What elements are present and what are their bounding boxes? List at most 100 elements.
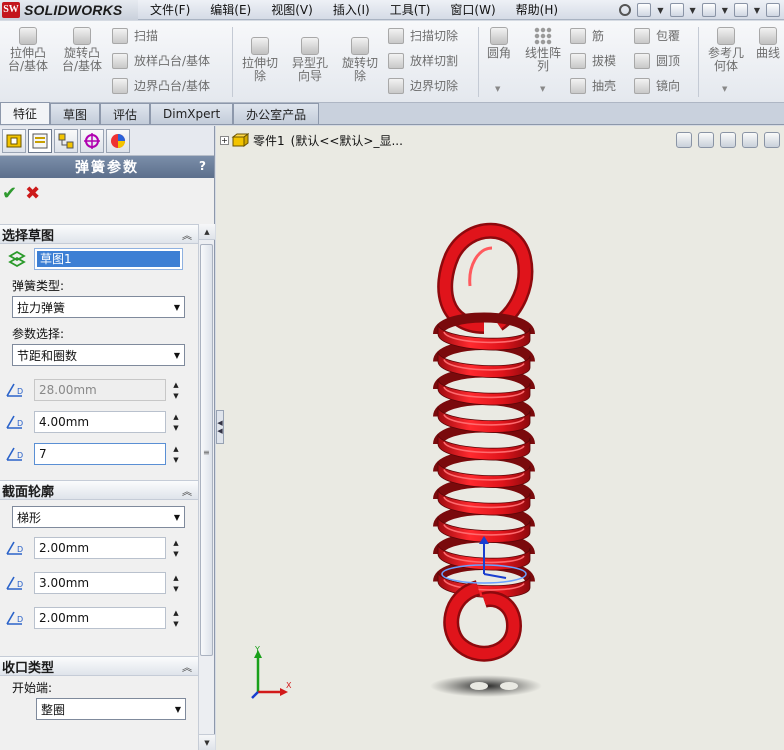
hole-wizard-button[interactable]: 异型孔 向导 (286, 37, 334, 83)
property-manager-tab[interactable] (28, 128, 52, 153)
turns-spinner[interactable]: ▲ ▼ (170, 443, 182, 465)
spin-up-icon[interactable]: ▲ (173, 413, 178, 421)
param-selection-select[interactable]: 节距和圈数 ▼ (12, 344, 185, 366)
menu-insert[interactable]: 插入(I) (333, 1, 380, 18)
collapse-chevron-icon[interactable]: ︽ (182, 659, 192, 674)
panel-splitter-handle[interactable]: ◀ ◀ (216, 410, 224, 444)
graphics-viewport[interactable]: + 零件1 (默认<<默认>_显... Y X (216, 126, 784, 750)
sketch-selection-box[interactable]: 草图1 (34, 248, 183, 270)
reference-geometry-button[interactable]: 参考几 何体 (702, 27, 750, 73)
cancel-x-icon[interactable]: ✖ (25, 183, 40, 204)
spin-down-icon[interactable]: ▼ (173, 550, 178, 558)
spin-up-icon[interactable]: ▲ (173, 574, 178, 582)
profile-field3-input[interactable] (34, 607, 166, 629)
new-dropdown-icon[interactable]: ▼ (657, 6, 663, 15)
profile-field2-spinner[interactable]: ▲ ▼ (170, 572, 182, 594)
tab-features[interactable]: 特征 (0, 102, 51, 124)
spin-down-icon[interactable]: ▼ (173, 392, 178, 400)
menu-window[interactable]: 窗口(W) (450, 1, 505, 18)
spin-up-icon[interactable]: ▲ (173, 381, 178, 389)
start-end-select[interactable]: 整圈 ▼ (36, 698, 186, 720)
pitch-input[interactable] (34, 411, 166, 433)
pitch-spinner[interactable]: ▲ ▼ (170, 411, 182, 433)
sweep-button[interactable]: 扫描 (112, 27, 158, 44)
spin-down-icon[interactable]: ▼ (173, 424, 178, 432)
menu-tools[interactable]: 工具(T) (390, 1, 441, 18)
swept-cut-button[interactable]: 扫描切除 (388, 27, 458, 44)
save-icon[interactable] (701, 3, 716, 17)
open-dropdown-icon[interactable]: ▼ (690, 6, 696, 15)
profile-field2-input[interactable] (34, 572, 166, 594)
tab-sketch[interactable]: 草图 (50, 103, 101, 124)
new-document-icon[interactable] (637, 3, 652, 17)
revolve-cut-button[interactable]: 旋转切 除 (336, 37, 384, 83)
ref-geometry-dropdown-icon[interactable]: ▼ (722, 85, 727, 93)
menu-file[interactable]: 文件(F) (150, 1, 200, 18)
tab-evaluate[interactable]: 评估 (100, 103, 151, 124)
boundary-boss-button[interactable]: 边界凸台/基体 (112, 77, 210, 94)
configuration-manager-tab[interactable] (54, 128, 78, 153)
spin-up-icon[interactable]: ▲ (173, 539, 178, 547)
turns-input[interactable] (34, 443, 166, 465)
rib-button[interactable]: 筋 (570, 27, 604, 44)
scroll-down-icon[interactable]: ▼ (199, 734, 215, 750)
profile-field1-spinner[interactable]: ▲ ▼ (170, 537, 182, 559)
spring-3d-model[interactable] (216, 126, 784, 750)
collapse-chevron-icon[interactable]: ︽ (182, 483, 192, 498)
print-dropdown-icon[interactable]: ▼ (754, 6, 760, 15)
spring-type-select[interactable]: 拉力弹簧 ▼ (12, 296, 185, 318)
group-select-sketch[interactable]: 选择草图 ︽ (0, 224, 198, 244)
curves-button[interactable]: 曲线 (752, 27, 784, 60)
help-icon[interactable]: ? (199, 159, 206, 173)
group-profile[interactable]: 截面轮廓 ︽ (0, 480, 198, 500)
dimension-icon: D (2, 608, 28, 628)
splitter-arrow-icon: ◀ (217, 427, 223, 435)
selected-sketch-item[interactable]: 草图1 (37, 251, 180, 267)
loft-boss-button[interactable]: 放样凸台/基体 (112, 52, 210, 69)
profile-field1-input[interactable] (34, 537, 166, 559)
property-manager-scrollbar[interactable]: ▲ ≡ ▼ (198, 224, 215, 750)
save-dropdown-icon[interactable]: ▼ (722, 6, 728, 15)
length-input[interactable] (34, 379, 166, 401)
scroll-up-icon[interactable]: ▲ (199, 224, 215, 240)
pin-icon[interactable] (619, 4, 632, 16)
spin-up-icon[interactable]: ▲ (173, 445, 178, 453)
dimxpert-manager-tab[interactable] (80, 128, 104, 153)
group-end-type[interactable]: 收口类型 ︽ (0, 656, 198, 676)
fillet-dropdown-icon[interactable]: ▼ (495, 85, 500, 93)
length-spinner[interactable]: ▲ ▼ (170, 379, 182, 401)
feature-manager-tab[interactable] (2, 128, 26, 153)
extrude-cut-button[interactable]: 拉伸切 除 (236, 37, 284, 83)
display-manager-tab[interactable] (106, 128, 130, 153)
boundary-cut-button[interactable]: 边界切除 (388, 77, 458, 94)
dome-button[interactable]: 圆顶 (634, 52, 680, 69)
tab-dimxpert[interactable]: DimXpert (150, 103, 234, 124)
tab-office-products[interactable]: 办公室产品 (233, 103, 320, 124)
param-selection-value: 节距和圈数 (17, 348, 78, 363)
spin-down-icon[interactable]: ▼ (173, 585, 178, 593)
wrap-button[interactable]: 包覆 (634, 27, 680, 44)
extrude-boss-button[interactable]: 拉伸凸 台/基体 (4, 27, 52, 73)
mirror-button[interactable]: 镜向 (634, 77, 680, 94)
pattern-dropdown-icon[interactable]: ▼ (540, 85, 545, 93)
spin-down-icon[interactable]: ▼ (173, 620, 178, 628)
linear-pattern-button[interactable]: 线性阵 列 (520, 27, 566, 73)
draft-button[interactable]: 拔模 (570, 52, 616, 69)
collapse-chevron-icon[interactable]: ︽ (182, 227, 192, 242)
spin-up-icon[interactable]: ▲ (173, 609, 178, 617)
profile-shape-select[interactable]: 梯形 ▼ (12, 506, 185, 528)
menu-help[interactable]: 帮助(H) (516, 1, 568, 18)
undo-icon[interactable] (766, 3, 780, 17)
open-folder-icon[interactable] (669, 3, 684, 17)
menu-view[interactable]: 视图(V) (271, 1, 323, 18)
spin-down-icon[interactable]: ▼ (173, 456, 178, 464)
print-icon[interactable] (733, 3, 748, 17)
menu-edit[interactable]: 编辑(E) (210, 1, 261, 18)
revolve-boss-button[interactable]: 旋转凸 台/基体 (56, 27, 108, 73)
solidworks-logo[interactable]: SW SOLIDWORKS (0, 0, 138, 20)
fillet-button[interactable]: 圆角 (482, 27, 516, 60)
lofted-cut-button[interactable]: 放样切割 (388, 52, 458, 69)
ok-check-icon[interactable]: ✔ (2, 183, 17, 204)
shell-button[interactable]: 抽壳 (570, 77, 616, 94)
profile-field3-spinner[interactable]: ▲ ▼ (170, 607, 182, 629)
